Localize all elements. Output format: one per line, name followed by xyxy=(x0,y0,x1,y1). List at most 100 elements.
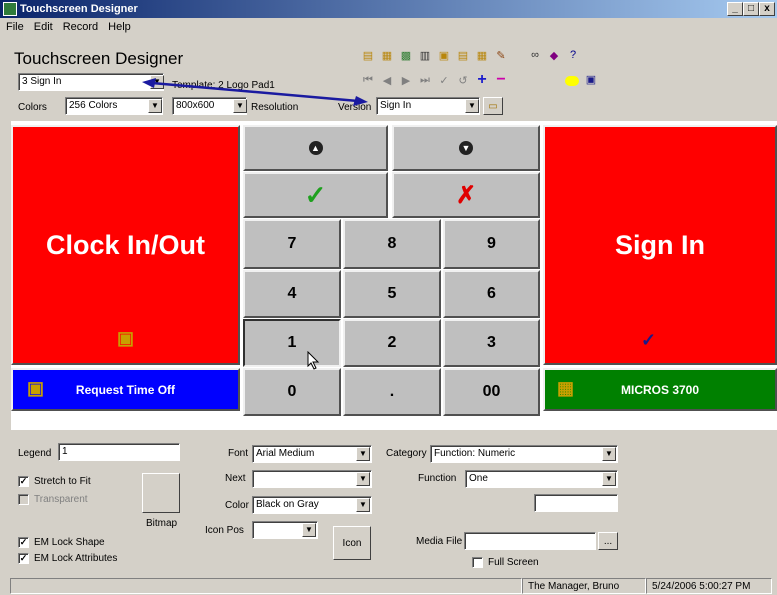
menu-edit[interactable]: Edit xyxy=(34,21,53,33)
media-file-input[interactable] xyxy=(464,532,596,550)
close-button[interactable]: x xyxy=(759,2,775,16)
menu-file[interactable]: File xyxy=(6,21,24,33)
sign-in-key[interactable]: Sign In ✓ xyxy=(543,125,777,365)
save-check-icon[interactable]: ✓ xyxy=(436,72,452,88)
chevron-down-icon[interactable]: ▼ xyxy=(602,447,616,461)
chevron-down-icon[interactable]: ▼ xyxy=(465,99,479,113)
icon-pos-label: Icon Pos xyxy=(205,525,244,536)
chevron-down-icon[interactable]: ▼ xyxy=(302,523,316,537)
legend-label: Legend xyxy=(18,448,52,459)
key-2[interactable]: 2 xyxy=(343,319,441,367)
icon-button[interactable]: Icon xyxy=(333,526,371,560)
em-lock-attributes-checkbox[interactable]: ✓ xyxy=(18,553,29,564)
minimize-button[interactable]: _ xyxy=(727,2,743,16)
scroll-up-key[interactable]: ▲ xyxy=(243,125,388,171)
chevron-down-icon[interactable]: ▼ xyxy=(356,447,370,461)
last-record-icon[interactable]: ⏭ xyxy=(417,72,433,88)
highlight-icon[interactable] xyxy=(564,73,580,89)
scroll-down-key[interactable]: ▼ xyxy=(392,125,540,171)
media-file-label: Media File xyxy=(416,536,463,547)
chevron-down-icon[interactable]: ▼ xyxy=(602,472,616,486)
properties-panel: Legend 1 ✓ Stretch to Fit Transparent Bi… xyxy=(0,430,777,577)
clock-in-out-label: Clock In/Out xyxy=(45,229,205,260)
person-check-icon: ✓ xyxy=(641,330,657,350)
clock-icon: ▣ xyxy=(117,328,135,348)
function-parameter-input[interactable] xyxy=(534,494,618,512)
paste-icon[interactable]: ✎ xyxy=(493,47,509,63)
menu-bar: File Edit Record Help xyxy=(0,18,777,35)
next-select[interactable] xyxy=(252,470,372,488)
transparent-label: Transparent xyxy=(34,494,88,505)
next-label: Next xyxy=(225,473,246,484)
key-7[interactable]: 7 xyxy=(243,219,341,269)
legend-input[interactable]: 1 xyxy=(58,443,180,461)
menu-help[interactable]: Help xyxy=(108,21,131,33)
prev-record-icon[interactable]: ◀ xyxy=(379,72,395,88)
calendar-icon: ▣ xyxy=(27,378,45,398)
key-6[interactable]: 6 xyxy=(443,270,540,318)
form-view-icon[interactable]: ▤ xyxy=(455,47,471,63)
maximize-button[interactable]: □ xyxy=(743,2,759,16)
micros-label: MICROS 3700 xyxy=(620,382,700,397)
color-select[interactable]: Black on Gray xyxy=(252,496,372,514)
category-select[interactable]: Function: Numeric xyxy=(430,445,618,463)
font-select[interactable]: Arial Medium xyxy=(252,445,372,463)
category-label: Category xyxy=(386,448,427,459)
stretch-to-fit-checkbox[interactable]: ✓ xyxy=(18,476,29,487)
status-pane-main xyxy=(10,578,522,594)
full-screen-checkbox[interactable] xyxy=(472,557,483,568)
add-record-icon[interactable]: + xyxy=(474,71,490,88)
function-select[interactable]: One xyxy=(465,470,618,488)
arrow-down-icon: ▼ xyxy=(459,141,473,155)
find-record-icon[interactable]: ▣ xyxy=(436,47,452,63)
mouse-cursor-icon xyxy=(307,351,320,370)
transparent-checkbox[interactable] xyxy=(18,494,29,505)
key-3[interactable]: 3 xyxy=(443,319,540,367)
key-5[interactable]: 5 xyxy=(343,270,441,318)
arrow-up-icon: ▲ xyxy=(308,141,323,155)
copy-record-icon[interactable]: ▦ xyxy=(379,47,395,63)
header-area: Touchscreen Designer 3 Sign In ▼ Templat… xyxy=(0,35,777,121)
book-icon[interactable]: ◆ xyxy=(546,47,562,63)
function-label: Function xyxy=(418,473,457,484)
em-lock-shape-label: EM Lock Shape xyxy=(34,537,105,548)
status-user: The Manager, Bruno xyxy=(522,578,646,594)
chevron-down-icon[interactable]: ▼ xyxy=(356,498,370,512)
micros-key[interactable]: ▦ MICROS 3700 xyxy=(543,368,777,411)
network-icon[interactable]: ▣ xyxy=(583,71,599,87)
help-pointer-icon[interactable]: ? xyxy=(565,47,581,63)
remove-record-icon[interactable]: − xyxy=(493,71,509,88)
key-4[interactable]: 4 xyxy=(243,270,341,318)
em-lock-shape-checkbox[interactable]: ✓ xyxy=(18,537,29,548)
menu-record[interactable]: Record xyxy=(63,21,98,33)
key-00[interactable]: 00 xyxy=(443,368,540,416)
touchscreen-canvas: Clock In/Out ▣ ▲ ▼ ✓ ✗ Sign In ✓ 7 8 9 4… xyxy=(11,121,777,430)
key-8[interactable]: 8 xyxy=(343,219,441,269)
browse-button[interactable]: ... xyxy=(598,532,618,550)
status-bar: The Manager, Bruno 5/24/2006 5:00:27 PM xyxy=(0,577,777,595)
checkmark-icon: ✓ xyxy=(304,179,327,210)
stretch-to-fit-label: Stretch to Fit xyxy=(34,476,91,487)
enter-key[interactable]: ✓ xyxy=(243,172,388,218)
first-record-icon[interactable]: ⏮ xyxy=(360,72,376,88)
table-view-icon[interactable]: ▦ xyxy=(474,47,490,63)
link-record-icon[interactable]: ▩ xyxy=(398,47,414,63)
open-folder-icon[interactable]: ▭ xyxy=(483,97,503,115)
key-9[interactable]: 9 xyxy=(443,219,540,269)
next-record-icon[interactable]: ▶ xyxy=(398,72,414,88)
undo-icon[interactable]: ↺ xyxy=(455,72,471,88)
cancel-key[interactable]: ✗ xyxy=(392,172,540,218)
app-icon xyxy=(3,2,17,16)
chevron-down-icon[interactable]: ▼ xyxy=(356,472,370,486)
binoculars-icon[interactable]: ∞ xyxy=(527,47,543,63)
edit-record-icon[interactable]: ▤ xyxy=(360,47,376,63)
key-1[interactable]: 1 xyxy=(243,319,341,367)
clock-in-out-key[interactable]: Clock In/Out ▣ xyxy=(11,125,240,365)
request-time-off-key[interactable]: ▣ Request Time Off xyxy=(11,368,240,411)
color-label: Color xyxy=(225,500,249,511)
full-screen-label: Full Screen xyxy=(488,557,539,568)
key-0[interactable]: 0 xyxy=(243,368,341,416)
bitmap-preview[interactable] xyxy=(142,473,180,513)
key-decimal[interactable]: . xyxy=(343,368,441,416)
delete-icon[interactable]: ▥ xyxy=(417,47,433,63)
